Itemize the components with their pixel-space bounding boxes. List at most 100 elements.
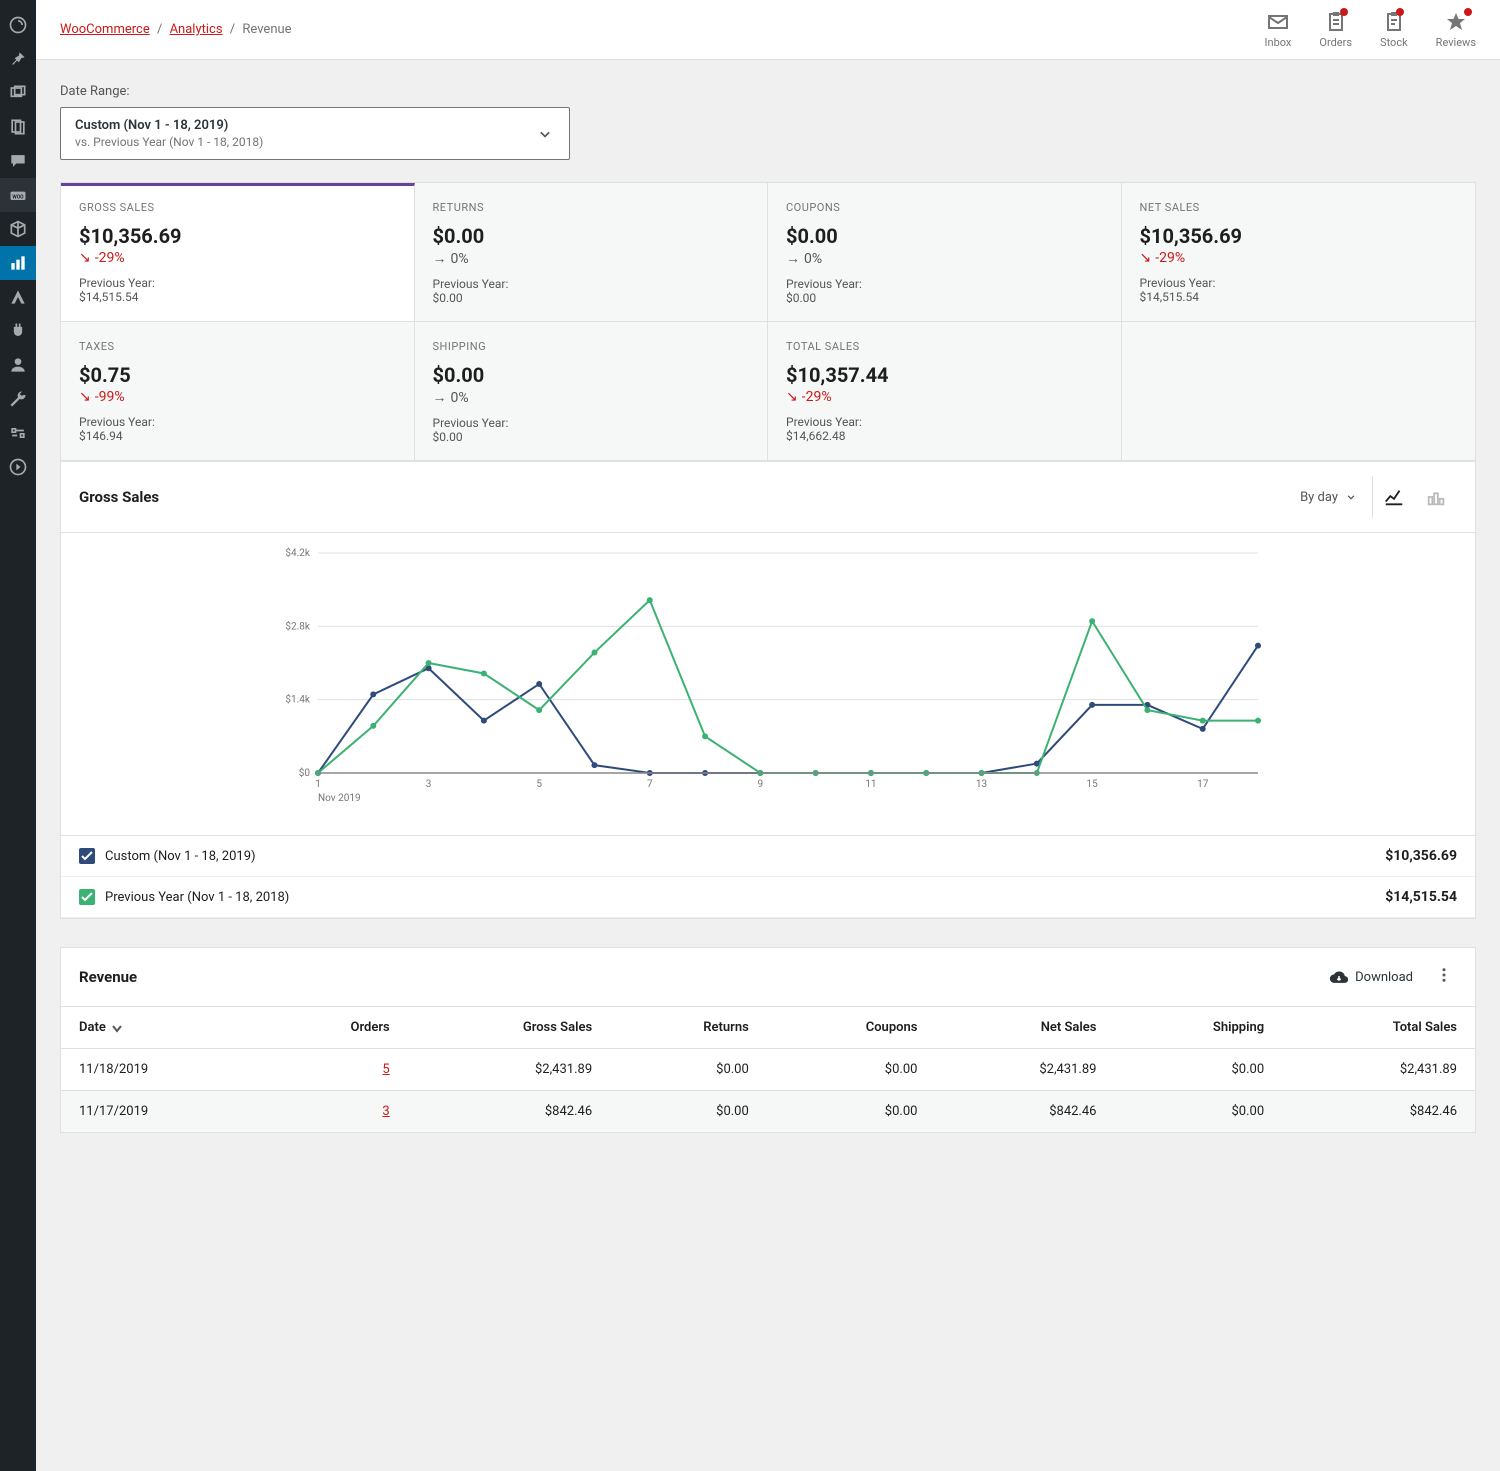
- sidebar-item-users[interactable]: [0, 348, 36, 382]
- kpi-delta: ↘ -29%: [79, 250, 396, 266]
- sidebar-item-collapse[interactable]: [0, 450, 36, 484]
- kpi-gross-sales[interactable]: GROSS SALES$10,356.69↘ -29%Previous Year…: [61, 183, 415, 322]
- table-header-shipping[interactable]: Shipping: [1114, 1007, 1282, 1049]
- check-icon: [81, 892, 93, 902]
- svg-text:$0: $0: [299, 766, 311, 779]
- kpi-coupons[interactable]: COUPONS$0.00→ 0%Previous Year:$0.00: [768, 183, 1122, 322]
- table-more-button[interactable]: [1431, 962, 1457, 992]
- date-range-subtitle: vs. Previous Year (Nov 1 - 18, 2018): [75, 135, 263, 149]
- cell-shipping: $0.00: [1114, 1049, 1282, 1091]
- notification-dot-icon: [1464, 8, 1472, 16]
- kpi-grid: GROSS SALES$10,356.69↘ -29%Previous Year…: [60, 182, 1476, 462]
- kpi-shipping[interactable]: SHIPPING$0.00→ 0%Previous Year:$0.00: [415, 322, 769, 461]
- top-action-reviews[interactable]: Reviews: [1436, 10, 1476, 49]
- table-header-gross-sales[interactable]: Gross Sales: [408, 1007, 610, 1049]
- breadcrumb-section[interactable]: Analytics: [170, 22, 223, 37]
- top-action-inbox[interactable]: Inbox: [1265, 10, 1292, 49]
- top-actions: Inbox Orders Stock Reviews: [1265, 10, 1476, 49]
- breadcrumb-root[interactable]: WooCommerce: [60, 22, 150, 37]
- kpi-returns[interactable]: RETURNS$0.00→ 0%Previous Year:$0.00: [415, 183, 769, 322]
- top-action-stock[interactable]: Stock: [1380, 10, 1408, 49]
- kpi-label: TAXES: [79, 340, 396, 353]
- legend-value: $10,356.69: [1385, 848, 1457, 864]
- sidebar-item-tools[interactable]: [0, 382, 36, 416]
- cell-net: $2,431.89: [935, 1049, 1114, 1091]
- kpi-prev-label: Previous Year:: [1140, 276, 1458, 290]
- kpi-delta: → 0%: [433, 389, 750, 406]
- kpi-value: $10,357.44: [786, 363, 1103, 387]
- sidebar-item-woocommerce[interactable]: WOO: [0, 178, 36, 212]
- cell-coupons: $0.00: [767, 1091, 936, 1133]
- kpi-prev-value: $0.00: [433, 291, 750, 305]
- kpi-label: NET SALES: [1140, 201, 1458, 214]
- chart-interval-selector[interactable]: By day: [1300, 490, 1358, 505]
- notification-dot-icon: [1396, 8, 1404, 16]
- kpi-total-sales[interactable]: TOTAL SALES$10,357.44↘ -29%Previous Year…: [768, 322, 1122, 461]
- trend-right-icon: →: [433, 389, 447, 406]
- svg-text:5: 5: [536, 779, 542, 790]
- revenue-table: Date OrdersGross SalesReturnsCouponsNet …: [61, 1006, 1475, 1132]
- trend-down-icon: ↘: [1140, 250, 1152, 266]
- sidebar-item-analytics[interactable]: [0, 246, 36, 280]
- kpi-prev-label: Previous Year:: [433, 416, 750, 430]
- orders-link[interactable]: 5: [382, 1062, 389, 1077]
- kpi-prev-value: $14,662.48: [786, 429, 1103, 443]
- svg-text:11: 11: [865, 779, 876, 790]
- trend-right-icon: →: [786, 250, 800, 267]
- table-title: Revenue: [79, 968, 137, 986]
- legend-checkbox[interactable]: [79, 848, 95, 864]
- chevron-down-icon: [535, 124, 555, 144]
- chart-legend: Custom (Nov 1 - 18, 2019) $10,356.69 Previ…: [61, 835, 1475, 918]
- sidebar-item-media[interactable]: [0, 76, 36, 110]
- top-action-orders[interactable]: Orders: [1319, 10, 1352, 49]
- sidebar-item-products[interactable]: [0, 212, 36, 246]
- sidebar-item-plugins[interactable]: [0, 314, 36, 348]
- table-header-date[interactable]: Date: [61, 1007, 263, 1049]
- trend-down-icon: ↘: [79, 250, 91, 266]
- sidebar-item-appearance[interactable]: [0, 280, 36, 314]
- cell-coupons: $0.00: [767, 1049, 936, 1091]
- orders-link[interactable]: 3: [382, 1104, 389, 1119]
- sidebar-item-settings[interactable]: [0, 416, 36, 450]
- legend-checkbox[interactable]: [79, 889, 95, 905]
- svg-text:9: 9: [758, 779, 764, 790]
- kpi-value: $0.00: [433, 363, 750, 387]
- table-header-coupons[interactable]: Coupons: [767, 1007, 936, 1049]
- legend-row[interactable]: Custom (Nov 1 - 18, 2019) $10,356.69: [61, 836, 1475, 877]
- cell-gross: $2,431.89: [408, 1049, 610, 1091]
- chart-type-bar-button[interactable]: [1415, 476, 1457, 518]
- sidebar-item-dashboard[interactable]: [0, 8, 36, 42]
- legend-label: Custom (Nov 1 - 18, 2019): [105, 849, 256, 864]
- sidebar-item-pages[interactable]: [0, 110, 36, 144]
- sidebar-item-pin[interactable]: [0, 42, 36, 76]
- kpi-delta: ↘ -29%: [1140, 250, 1458, 266]
- kpi-delta: ↘ -99%: [79, 389, 396, 405]
- svg-text:$1.4k: $1.4k: [285, 693, 310, 706]
- table-row: 11/17/20193$842.46$0.00$0.00$842.46$0.00…: [61, 1091, 1475, 1133]
- kpi-value: $0.00: [433, 224, 750, 248]
- sidebar-item-comments[interactable]: [0, 144, 36, 178]
- date-range-selector[interactable]: Custom (Nov 1 - 18, 2019) vs. Previous Y…: [60, 107, 570, 160]
- kpi-net-sales[interactable]: NET SALES$10,356.69↘ -29%Previous Year:$…: [1122, 183, 1476, 322]
- breadcrumb: WooCommerce / Analytics / Revenue: [60, 22, 292, 37]
- chart-type-line-button[interactable]: [1373, 476, 1415, 518]
- cell-net: $842.46: [935, 1091, 1114, 1133]
- table-header-total-sales[interactable]: Total Sales: [1282, 1007, 1475, 1049]
- date-range-title: Custom (Nov 1 - 18, 2019): [75, 118, 263, 133]
- table-header-returns[interactable]: Returns: [610, 1007, 767, 1049]
- cell-shipping: $0.00: [1114, 1091, 1282, 1133]
- svg-text:$2.8k: $2.8k: [285, 619, 310, 632]
- cell-gross: $842.46: [408, 1091, 610, 1133]
- table-header-net-sales[interactable]: Net Sales: [935, 1007, 1114, 1049]
- svg-text:Nov 2019: Nov 2019: [318, 793, 361, 804]
- table-header-orders[interactable]: Orders: [263, 1007, 408, 1049]
- legend-row[interactable]: Previous Year (Nov 1 - 18, 2018)$14,515.…: [61, 877, 1475, 918]
- table-row: 11/18/20195$2,431.89$0.00$0.00$2,431.89$…: [61, 1049, 1475, 1091]
- download-button[interactable]: Download: [1329, 967, 1413, 987]
- kpi-prev-value: $0.00: [786, 291, 1103, 305]
- kpi-label: RETURNS: [433, 201, 750, 214]
- line-chart-icon: [1383, 486, 1405, 508]
- kpi-taxes[interactable]: TAXES$0.75↘ -99%Previous Year:$146.94: [61, 322, 415, 461]
- svg-text:WOO: WOO: [12, 194, 24, 200]
- kpi-value: $10,356.69: [1140, 224, 1458, 248]
